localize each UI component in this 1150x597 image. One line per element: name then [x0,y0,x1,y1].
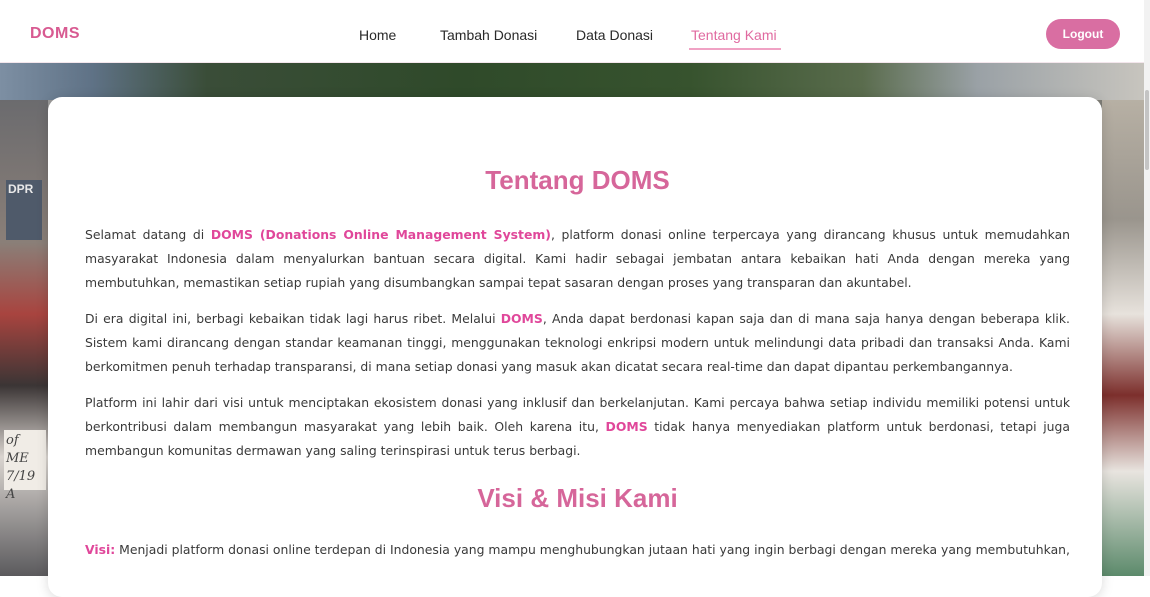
about-card: Tentang DOMS Selamat datang di DOMS (Don… [48,97,1102,597]
nav-tambah-donasi[interactable]: Tambah Donasi [440,27,537,43]
section-title: Visi & Misi Kami [477,483,678,513]
intro-paragraph: Selamat datang di DOMS (Donations Online… [85,223,1070,295]
p3-highlight: DOMS [605,419,648,434]
nav-home[interactable]: Home [359,27,396,43]
visi-label: Visi: [85,542,116,557]
nav-tentang-kami[interactable]: Tentang Kami [691,27,777,43]
background-sign: DPR [6,180,42,240]
p1-pre: Selamat datang di [85,227,211,242]
p1-highlight: DOMS (Donations Online Management System… [210,227,551,242]
p2-pre: Di era digital ini, berbagi kebaikan tid… [85,311,501,326]
background-banner: of ME 7/19 A [4,430,46,502]
background-right-crowd [1102,100,1150,576]
active-nav-indicator [689,48,781,50]
scrollbar-thumb[interactable] [1145,90,1149,170]
visi-text: Menjadi platform donasi online terdepan … [115,542,1070,557]
page-title: Tentang DOMS [485,165,670,195]
platform-paragraph: Platform ini lahir dari visi untuk menci… [85,391,1070,463]
digital-paragraph: Di era digital ini, berbagi kebaikan tid… [85,307,1070,379]
page-scrollbar[interactable] [1144,0,1150,576]
visi-paragraph: Visi: Menjadi platform donasi online ter… [85,538,1070,562]
nav-data-donasi[interactable]: Data Donasi [576,27,653,43]
background-left-crowd [0,100,48,576]
navbar: DOMS Home Tambah Donasi Data Donasi Tent… [0,0,1150,63]
p2-highlight: DOMS [500,311,543,326]
nav-links: Home Tambah Donasi Data Donasi Tentang K… [0,0,1150,62]
logout-button[interactable]: Logout [1046,19,1120,49]
